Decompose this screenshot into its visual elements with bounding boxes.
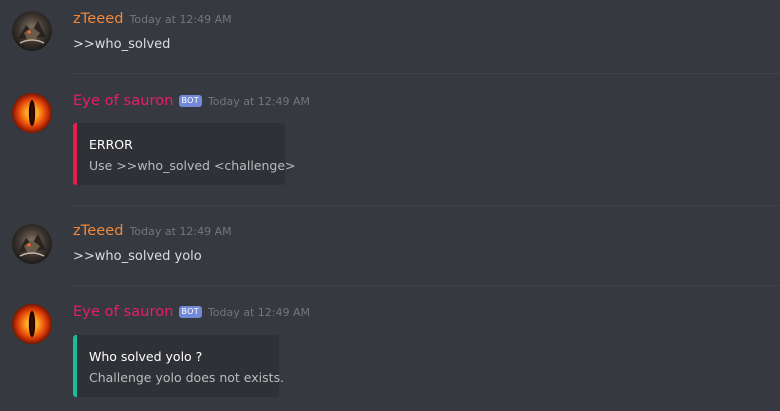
dragon-avatar-icon[interactable] xyxy=(12,11,52,51)
message-divider xyxy=(73,205,780,206)
message-text: >>who_solved xyxy=(73,37,171,52)
embed-info: Who solved yolo ? Challenge yolo does no… xyxy=(73,335,285,397)
embed-description: Use >>who_solved <challenge> xyxy=(89,158,296,173)
timestamp: Today at 12:49 AM xyxy=(207,95,311,108)
username[interactable]: zTeeed xyxy=(73,223,124,239)
bot-badge: BOT xyxy=(178,306,202,318)
eye-of-sauron-avatar-icon[interactable] xyxy=(12,93,52,133)
timestamp: Today at 12:49 AM xyxy=(129,225,232,238)
chat-log: zTeeed Today at 12:49 AM >>who_solved Ey… xyxy=(0,0,780,411)
username[interactable]: Eye of sauron xyxy=(73,304,174,320)
message-text: >>who_solved yolo xyxy=(73,249,202,264)
eye-of-sauron-avatar-icon[interactable] xyxy=(12,304,52,344)
username[interactable]: Eye of sauron xyxy=(73,93,174,109)
embed-title: ERROR xyxy=(89,137,133,152)
embed-title: Who solved yolo ? xyxy=(89,349,203,364)
timestamp: Today at 12:49 AM xyxy=(129,13,232,26)
embed-error: ERROR Use >>who_solved <challenge> xyxy=(73,123,296,185)
embed-description: Challenge yolo does not exists. xyxy=(89,370,285,385)
dragon-avatar-icon[interactable] xyxy=(12,224,52,264)
message-divider xyxy=(73,73,780,74)
timestamp: Today at 12:49 AM xyxy=(207,306,311,319)
bot-badge: BOT xyxy=(178,95,202,107)
username[interactable]: zTeeed xyxy=(73,11,124,27)
message-divider xyxy=(73,285,780,286)
